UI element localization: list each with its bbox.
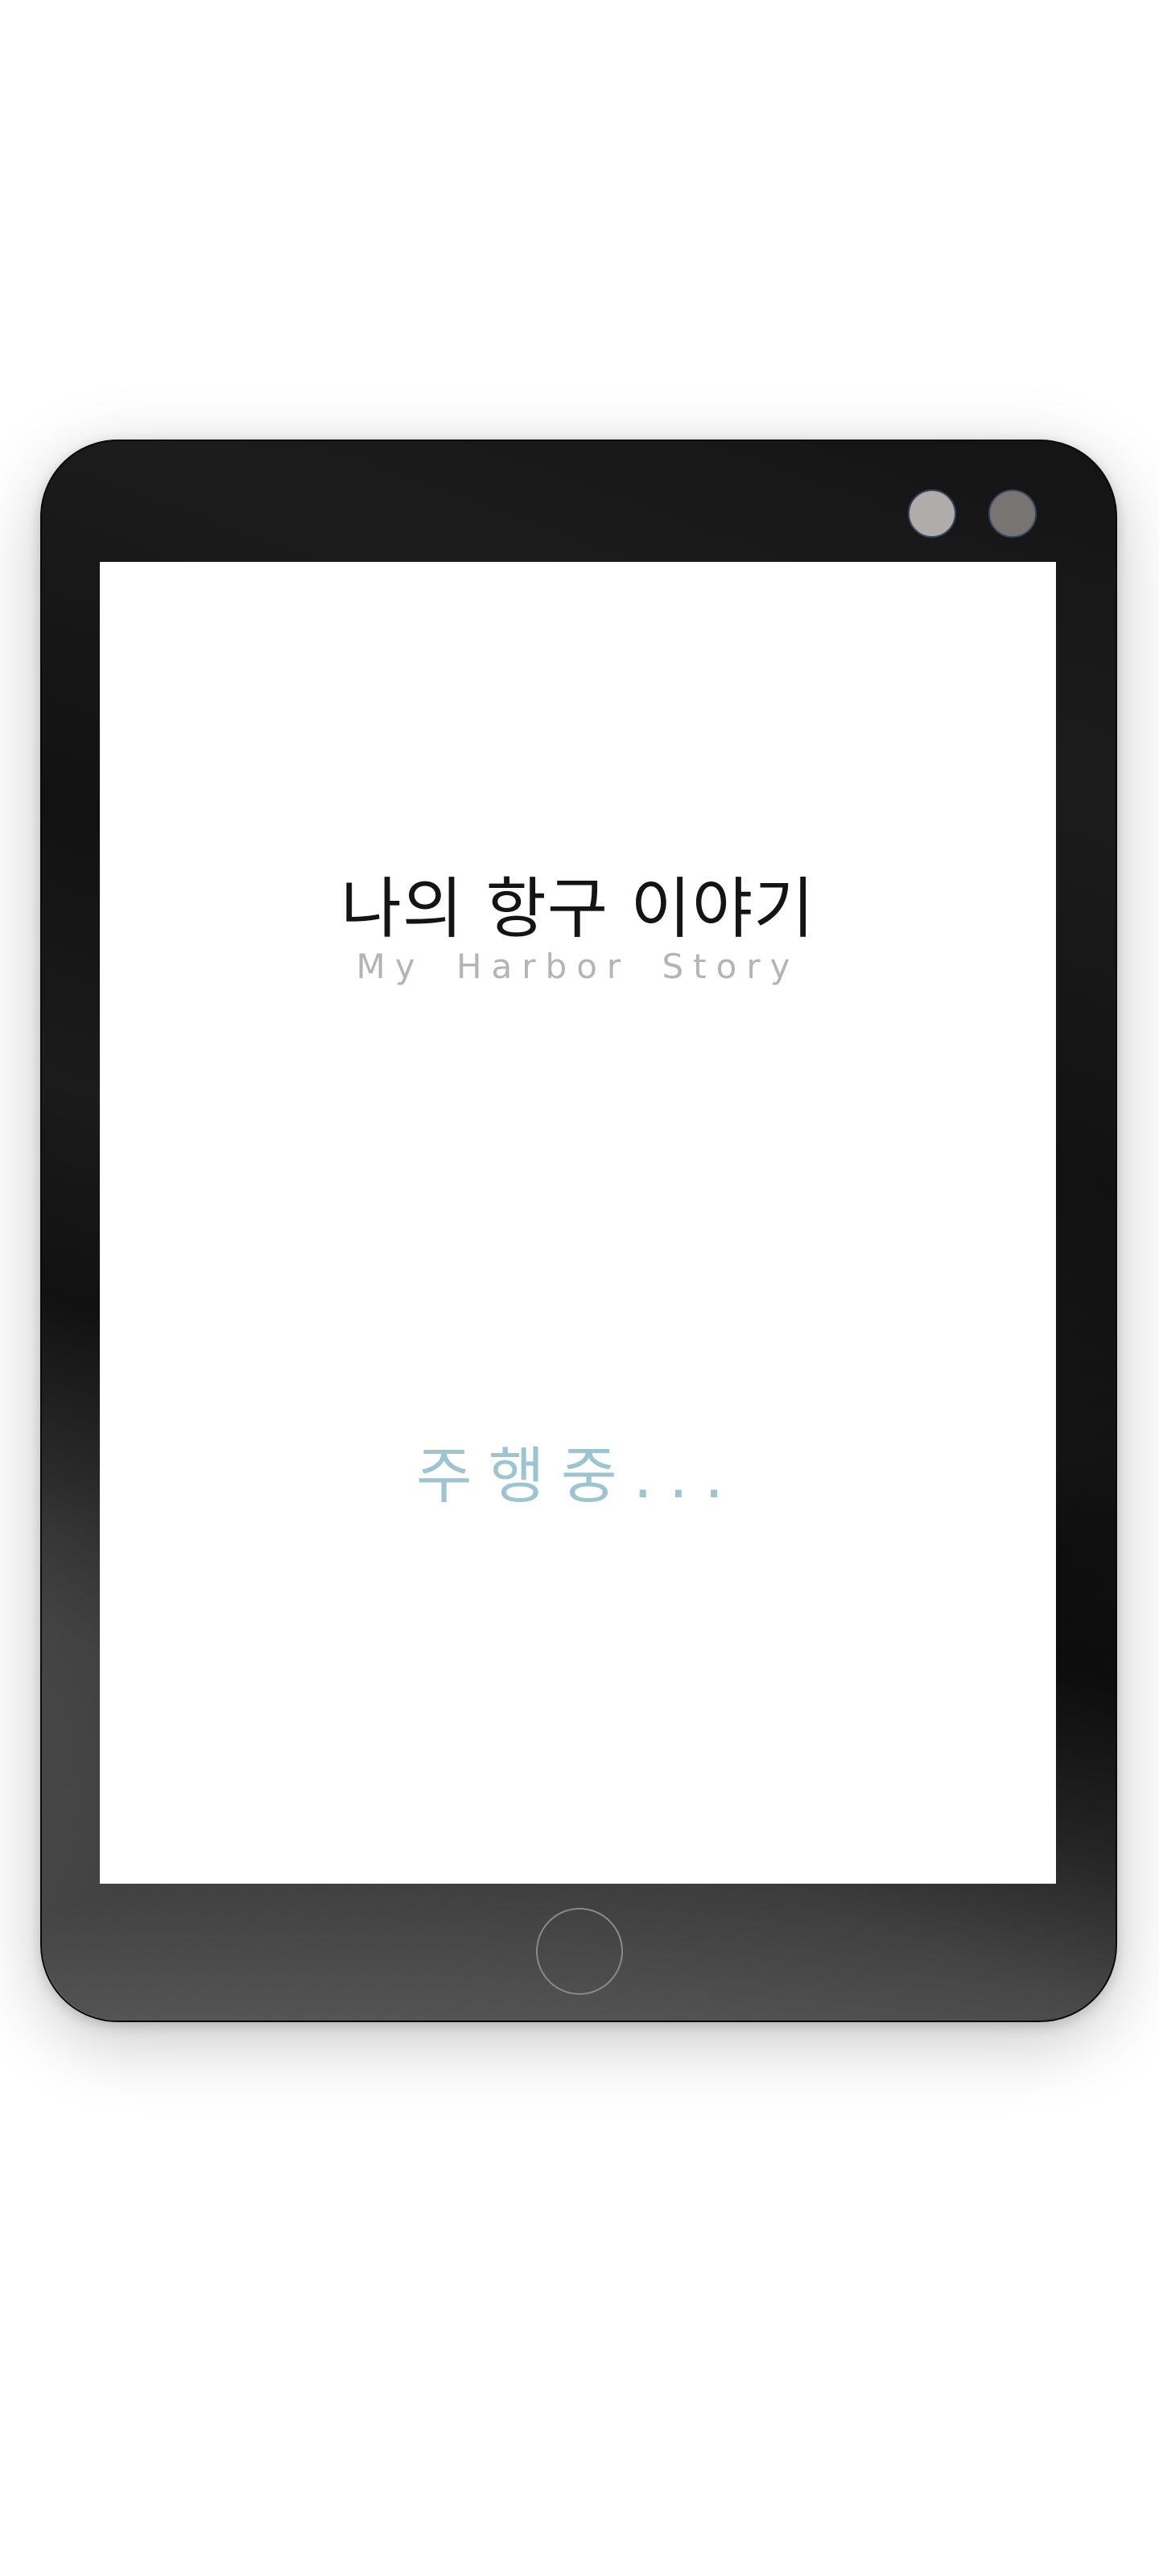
front-camera-icon (908, 489, 956, 538)
app-title: 나의 항구 이야기 (340, 871, 815, 947)
home-button[interactable] (536, 1908, 623, 1995)
page-background: 나의 항구 이야기 My Harbor Story 주행중... (0, 0, 1159, 2576)
loading-status-text: 주행중... (415, 1440, 740, 1512)
sensor-icon (988, 489, 1037, 538)
app-subtitle: My Harbor Story (356, 947, 800, 986)
tablet-device: 나의 항구 이야기 My Harbor Story 주행중... (40, 440, 1117, 2022)
app-screen[interactable]: 나의 항구 이야기 My Harbor Story 주행중... (100, 562, 1056, 1884)
